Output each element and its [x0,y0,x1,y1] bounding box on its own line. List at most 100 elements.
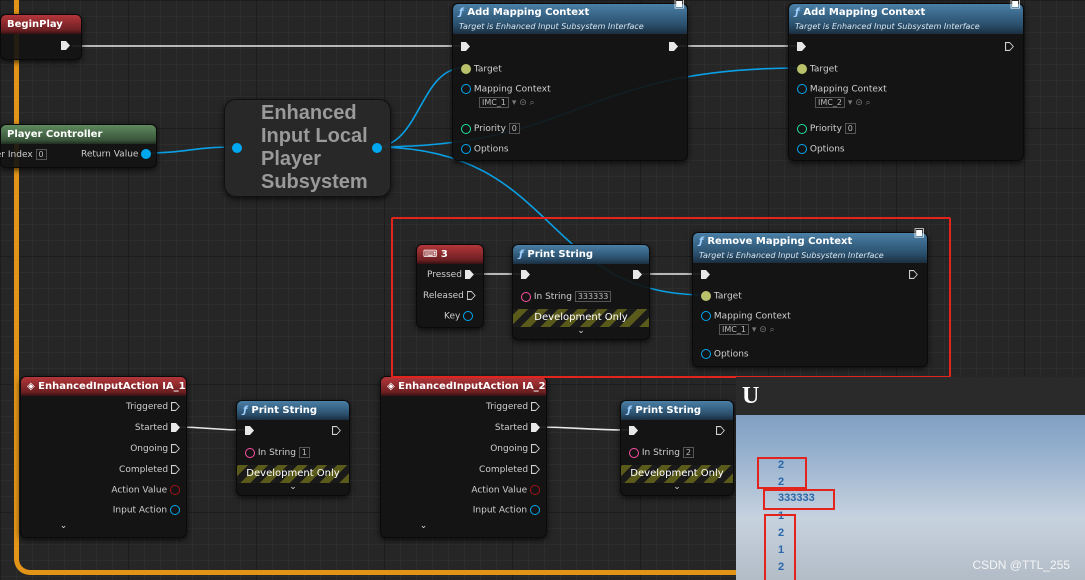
exec-in-pin[interactable] [629,426,638,435]
input-action-pin[interactable] [170,505,180,515]
monitor-icon: ▣ [1009,0,1021,10]
action-value-pin[interactable] [170,485,180,495]
in-string-field[interactable]: 1 [298,447,310,458]
print-string-title: Print String [635,405,702,416]
in-string-pin[interactable] [629,447,639,458]
exec-out-pin[interactable] [716,426,725,435]
log-highlight-box [763,489,835,510]
priority-pin[interactable] [797,123,807,134]
priority-pin[interactable] [461,123,471,134]
game-viewport[interactable]: U 2 2 333333 1 2 1 2 CSDN @TTL_255 [736,377,1085,580]
add-mapping-header-2: ƒ Add Mapping Context Target is Enhanced … [789,4,1023,34]
print-string-header: ƒ Print String [621,401,733,420]
ia2-title: EnhancedInputAction IA_2 [398,381,546,392]
input-action-pin[interactable] [530,505,540,515]
exec-in-pin[interactable] [797,42,806,51]
priority-field[interactable]: 0 [844,123,856,134]
target-label: Target [473,64,502,75]
started-pin[interactable] [171,423,180,432]
player-index-field[interactable]: 0 [35,149,47,160]
exec-out-pin[interactable] [669,42,678,51]
priority-field[interactable]: 0 [508,123,520,134]
print-string-header: ƒ Print String [237,401,349,420]
chevron-down-icon[interactable]: ⌄ [301,521,546,531]
chevron-down-icon[interactable]: ⌄ [0,521,186,531]
development-only-banner: Development Only [237,465,349,483]
exec-out-pin[interactable] [61,41,70,50]
enhanced-input-subsystem-node[interactable]: Enhanced Input Local Player Subsystem [224,99,391,197]
watermark: CSDN @TTL_255 [972,558,1070,572]
ongoing-pin[interactable] [531,444,540,453]
action-value-label: Action Value [471,485,528,496]
add-mapping-context-node-2[interactable]: ƒ Add Mapping Context Target is Enhanced … [788,0,1024,161]
exec-out-pin[interactable] [1005,42,1014,51]
subsystem-title: Enhanced Input Local Player Subsystem [261,102,368,193]
in-string-field[interactable]: 2 [682,447,694,458]
options-label: Options [809,144,845,155]
beginplay-node[interactable]: BeginPlay [0,14,82,60]
priority-label: Priority [809,124,842,134]
in-string-pin[interactable] [245,447,255,458]
mapping-context-dropdown[interactable]: IMC_1 [479,97,509,108]
ia1-header: ◈ EnhancedInputAction IA_1 [21,377,186,396]
triggered-pin[interactable] [531,402,540,411]
beginplay-title: BeginPlay [7,19,63,30]
chevron-down-icon[interactable]: ⌄ [621,482,733,492]
mapping-context-dropdown[interactable]: IMC_2 [815,97,845,108]
mapping-context-pin[interactable] [461,84,471,94]
subsystem-in-pin[interactable] [232,143,242,153]
chevron-down-icon[interactable]: ⌄ [237,482,349,492]
target-pin[interactable] [797,64,807,74]
add-mapping-subtitle-2: Target is Enhanced Input Subsystem Inter… [795,22,980,31]
priority-label: Priority [473,124,506,134]
log-highlight-box [757,457,807,489]
print-string-node-1[interactable]: ƒ Print String In String 1 Development On… [236,400,350,496]
mapping-context-pin[interactable] [797,84,807,94]
add-mapping-context-node-1[interactable]: ƒ Add Mapping Context Target is Enhanced … [452,0,688,161]
unreal-logo-icon: U [742,383,760,409]
mapping-context-label: Mapping Context [473,84,551,95]
exec-in-pin[interactable] [245,426,254,435]
exec-out-pin[interactable] [332,426,341,435]
get-player-controller-node[interactable]: Player Controller Player Index 0 Return … [0,124,157,168]
ongoing-label: Ongoing [130,444,169,454]
print-string-node-2[interactable]: ƒ Print String In String 2 Development On… [620,400,734,496]
mapping-context-label: Mapping Context [809,84,887,95]
target-label: Target [809,64,838,75]
viewport-toolbar [736,377,1085,415]
options-pin[interactable] [461,144,471,154]
return-value-pin[interactable] [141,149,152,159]
completed-pin[interactable] [171,465,180,474]
started-pin[interactable] [531,423,540,432]
player-controller-header: Player Controller [1,125,156,144]
development-only-banner: Development Only [621,465,733,483]
ongoing-pin[interactable] [171,444,180,453]
add-mapping-subtitle-1: Target is Enhanced Input Subsystem Inter… [459,22,644,31]
input-action-icon: ◈ [387,381,399,392]
ia2-header: ◈ EnhancedInputAction IA_2 [381,377,546,396]
return-value-label: Return Value [81,149,139,160]
completed-label: Completed [479,465,529,475]
player-index-label: Player Index [0,150,33,160]
options-label: Options [473,144,509,155]
completed-pin[interactable] [531,465,540,474]
ongoing-label: Ongoing [490,444,529,454]
log-highlight-box [764,514,796,580]
add-mapping-title-2: Add Mapping Context [803,7,926,18]
beginplay-header: BeginPlay [1,15,81,34]
started-label: Started [134,423,169,433]
player-controller-title: Player Controller [7,129,103,140]
add-mapping-header-1: ƒ Add Mapping Context Target is Enhanced … [453,4,687,34]
enhanced-input-action-ia1-node[interactable]: ◈ EnhancedInputAction IA_1 Triggered Sta… [20,376,187,538]
input-action-label: Input Action [472,505,528,516]
subsystem-out-pin[interactable] [372,143,382,153]
action-value-pin[interactable] [530,485,540,495]
enhanced-input-action-ia2-node[interactable]: ◈ EnhancedInputAction IA_2 Triggered Sta… [380,376,547,538]
options-pin[interactable] [797,144,807,154]
target-pin[interactable] [461,64,471,74]
input-action-icon: ◈ [27,381,39,392]
triggered-pin[interactable] [171,402,180,411]
exec-in-pin[interactable] [461,42,470,51]
highlight-box [391,217,951,378]
started-label: Started [494,423,529,433]
